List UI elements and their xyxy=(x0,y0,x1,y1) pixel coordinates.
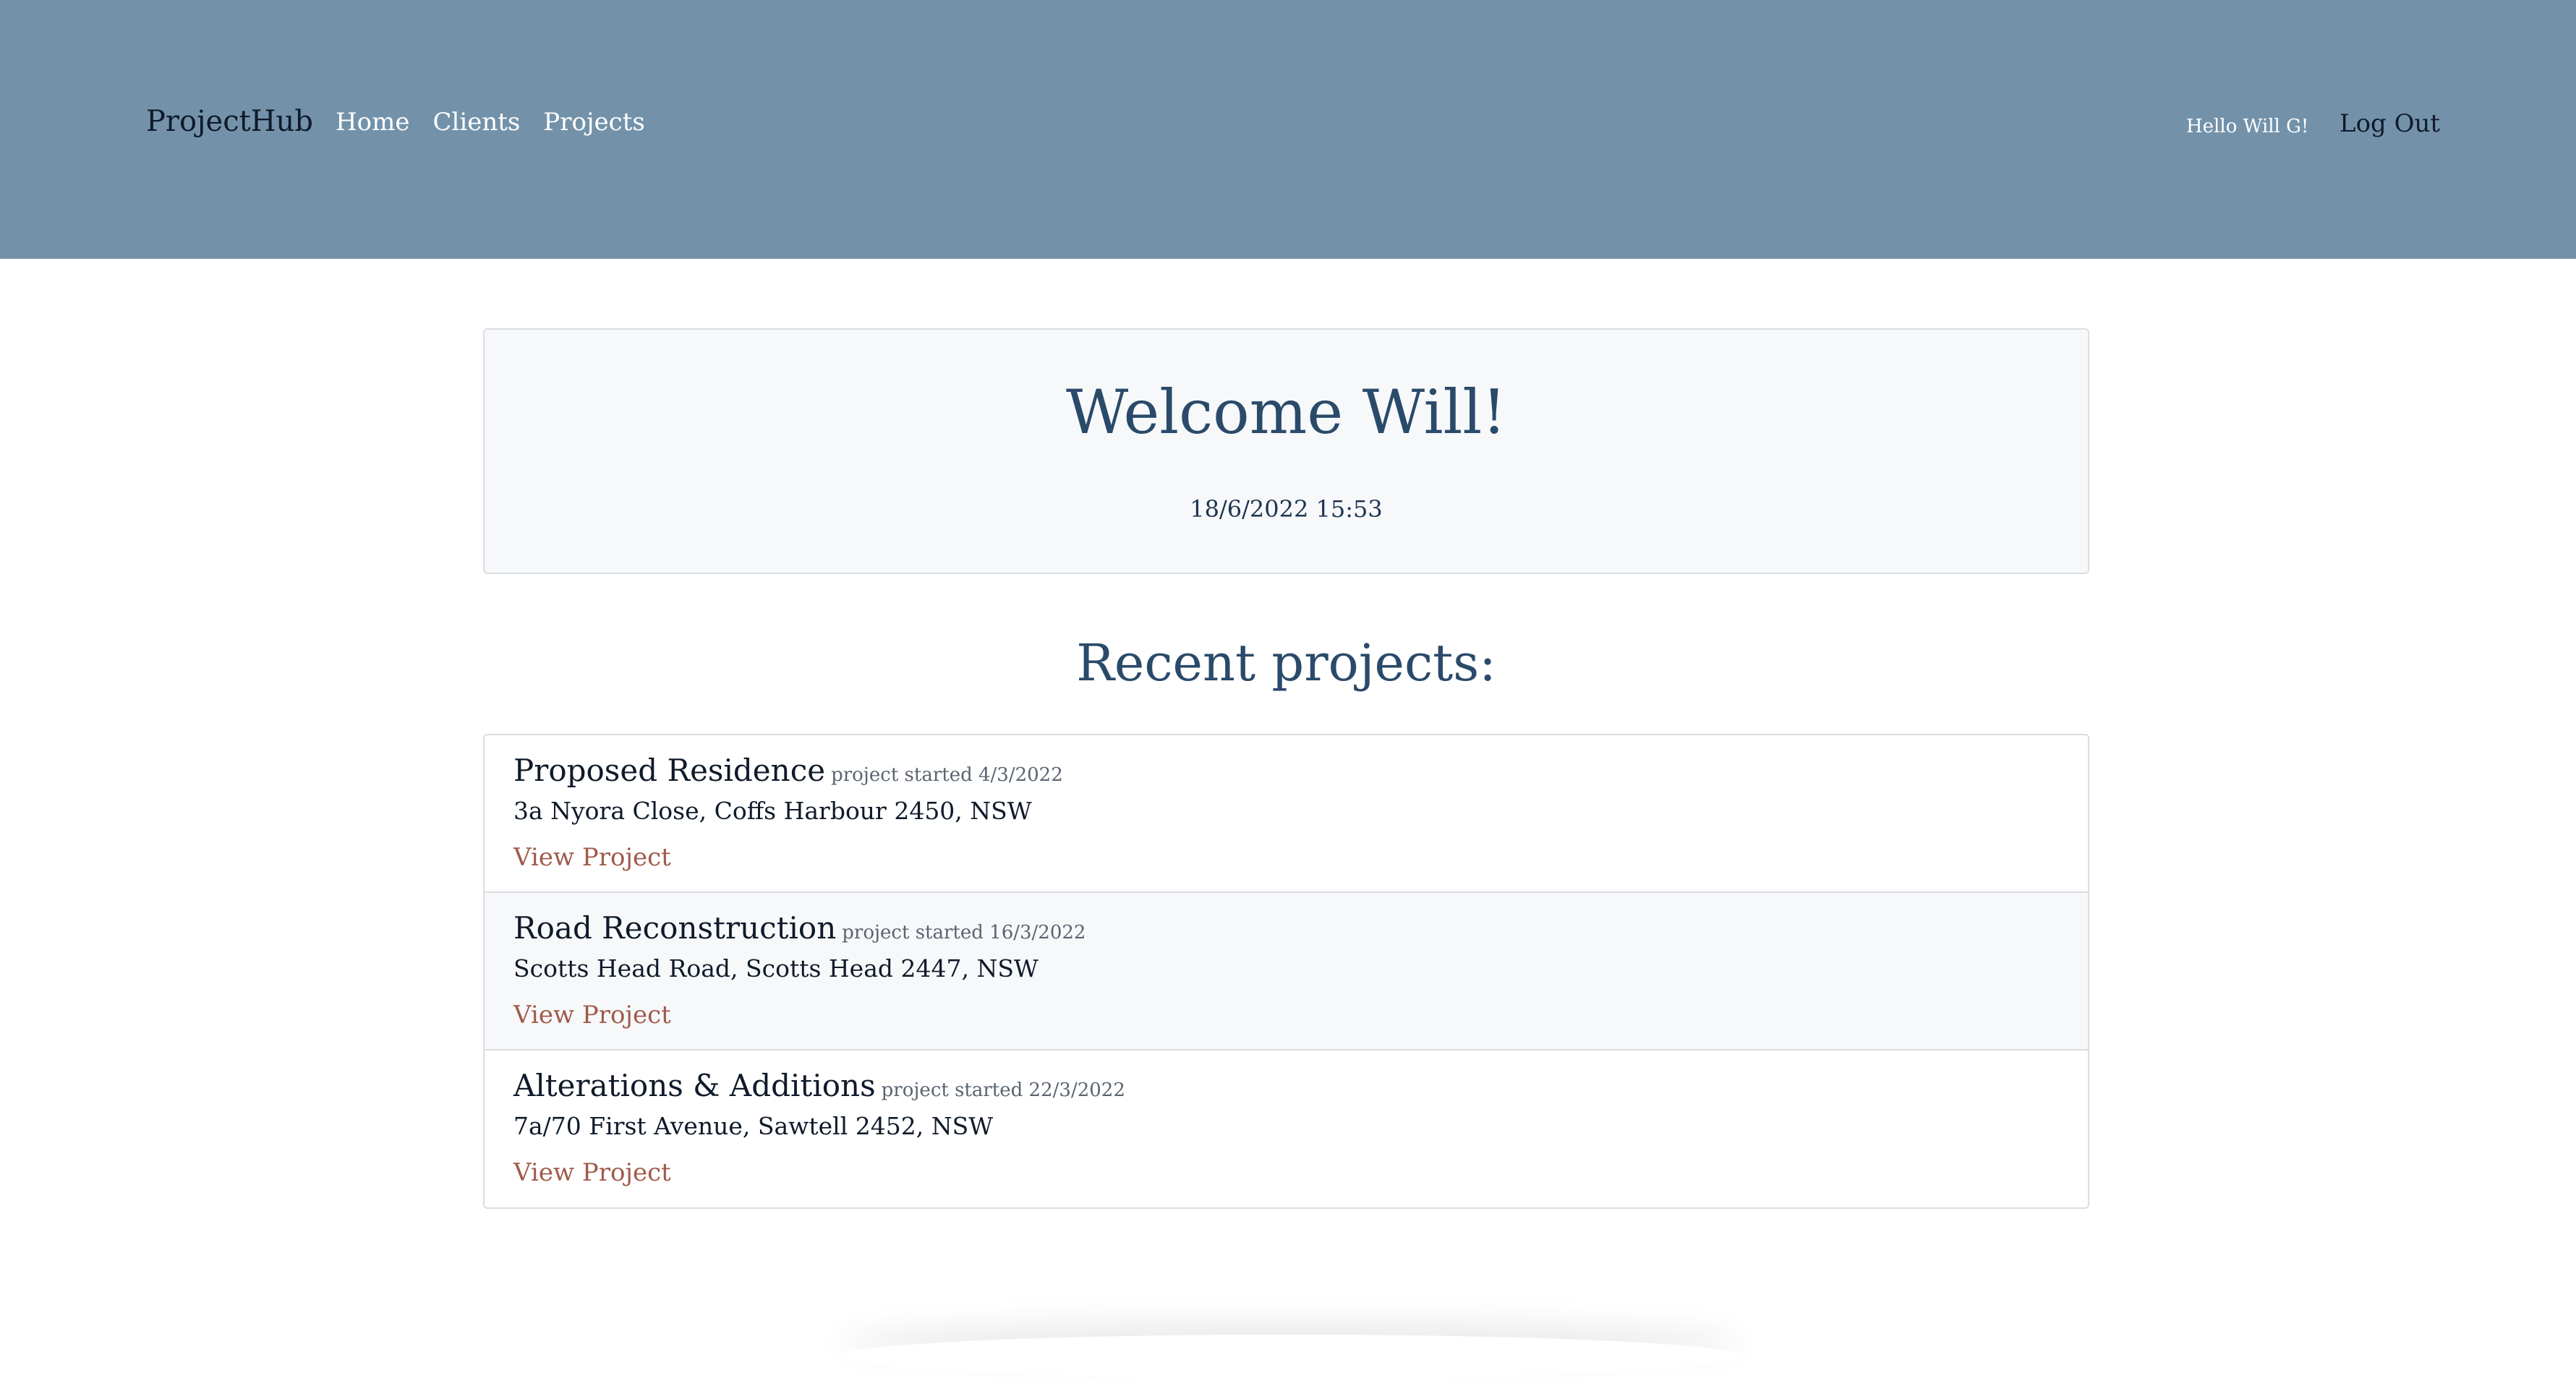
project-header: Alterations & Additions project started 2… xyxy=(513,1071,1125,1101)
project-start-date: project started 4/3/2022 xyxy=(831,764,1063,786)
footer-shadow xyxy=(839,1335,1743,1378)
project-address: 7a/70 First Avenue, Sawtell 2452, NSW xyxy=(513,1112,994,1140)
welcome-card: Welcome Will! 18/6/2022 15:53 xyxy=(483,328,2089,574)
project-start-date: project started 22/3/2022 xyxy=(881,1079,1125,1101)
welcome-title: Welcome Will! xyxy=(1066,377,1506,448)
view-project-link[interactable]: View Project xyxy=(513,1160,671,1185)
current-datetime: 18/6/2022 15:53 xyxy=(1190,495,1383,523)
project-address: Scotts Head Road, Scotts Head 2447, NSW xyxy=(513,954,1038,983)
project-address: 3a Nyora Close, Coffs Harbour 2450, NSW xyxy=(513,797,1032,825)
nav-clients-link[interactable]: Clients xyxy=(432,110,520,134)
nav-home-link[interactable]: Home xyxy=(336,110,409,134)
user-greeting: Hello Will G! xyxy=(2186,116,2309,137)
project-name: Proposed Residence xyxy=(513,753,826,788)
view-project-link[interactable]: View Project xyxy=(513,1003,671,1027)
nav-links: Home Clients Projects xyxy=(336,110,645,134)
project-list-item: Proposed Residence project started 4/3/20… xyxy=(485,735,2088,893)
project-list-item: Alterations & Additions project started 2… xyxy=(485,1050,2088,1207)
brand-logo[interactable]: ProjectHub xyxy=(146,107,313,136)
logout-button[interactable]: Log Out xyxy=(2340,111,2440,136)
nav-projects-link[interactable]: Projects xyxy=(543,110,644,134)
project-list: Proposed Residence project started 4/3/20… xyxy=(483,734,2089,1209)
project-start-date: project started 16/3/2022 xyxy=(842,922,1086,943)
top-navbar: ProjectHub Home Clients Projects Hello W… xyxy=(0,0,2576,259)
project-list-item: Road Reconstruction project started 16/3/… xyxy=(485,893,2088,1050)
project-header: Proposed Residence project started 4/3/20… xyxy=(513,756,1063,786)
view-project-link[interactable]: View Project xyxy=(513,845,671,870)
recent-projects-heading: Recent projects: xyxy=(1076,633,1496,693)
project-name: Road Reconstruction xyxy=(513,910,837,946)
project-name: Alterations & Additions xyxy=(513,1068,876,1103)
project-header: Road Reconstruction project started 16/3/… xyxy=(513,913,1086,943)
